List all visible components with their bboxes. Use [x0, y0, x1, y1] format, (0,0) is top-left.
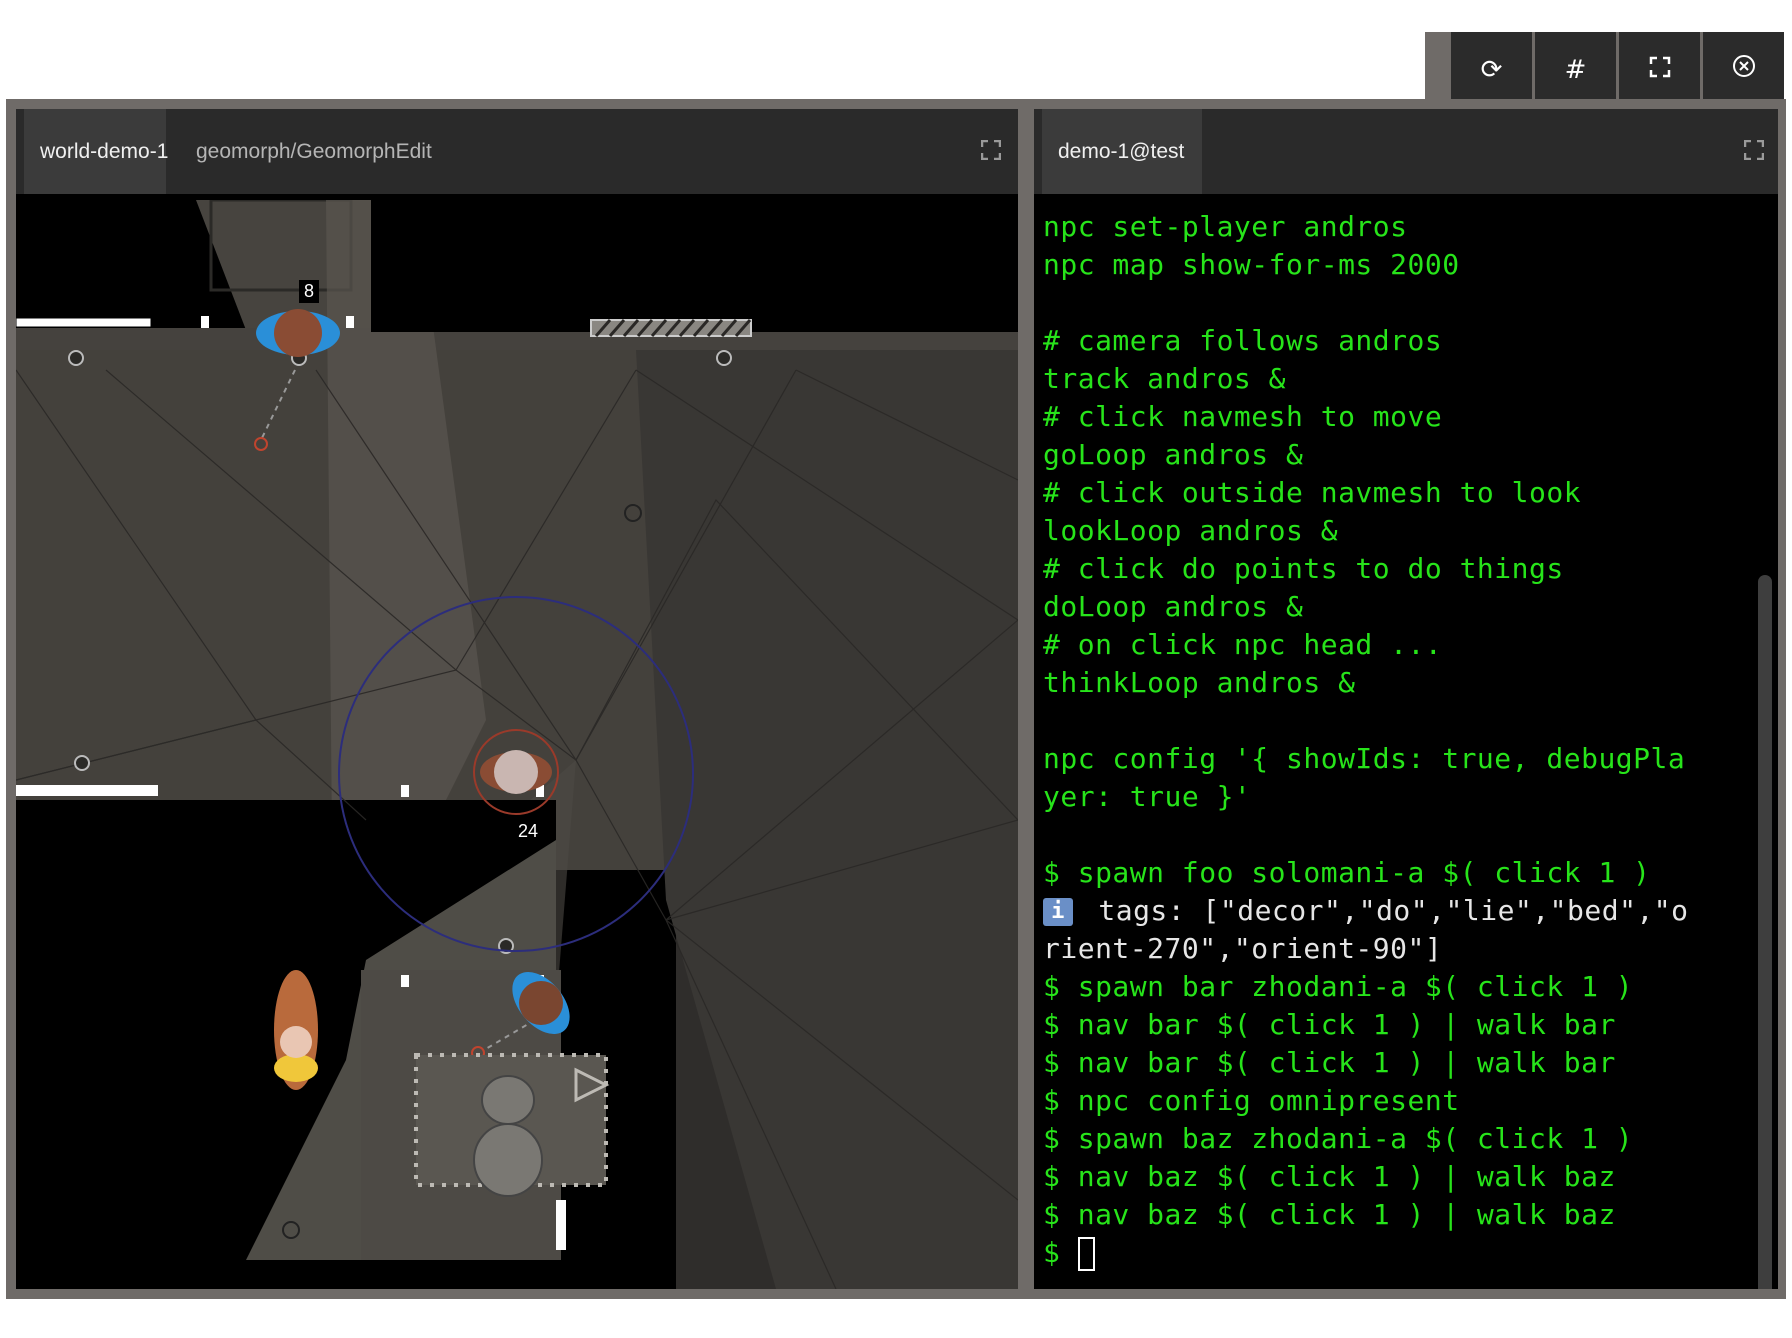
- terminal-line: doLoop andros &: [1043, 590, 1304, 623]
- terminal-pane: demo-1@test npc set-player andros npc ma…: [1034, 109, 1778, 1289]
- tab-label: geomorph/GeomorphEdit: [196, 139, 432, 163]
- grid-toggle-button[interactable]: #: [1535, 32, 1616, 107]
- tab-geomorph-edit[interactable]: geomorph/GeomorphEdit: [180, 109, 448, 194]
- terminal-line: $ spawn baz zhodani-a $( click 1 ): [1043, 1122, 1634, 1155]
- npc-id-label: 24: [513, 820, 544, 843]
- hash-icon: #: [1564, 54, 1587, 85]
- terminal-line: # click do points to do things: [1043, 552, 1564, 585]
- info-icon: i: [1043, 898, 1073, 926]
- terminal-line: npc map show-for-ms 2000: [1043, 248, 1460, 281]
- terminal-line: $ nav baz $( click 1 ) | walk baz: [1043, 1160, 1616, 1193]
- tab-demo-1-test[interactable]: demo-1@test: [1042, 109, 1202, 194]
- world-pane: world-demo-1 geomorph/GeomorphEdit 8 24: [16, 109, 1018, 1289]
- terminal-line: goLoop andros &: [1043, 438, 1304, 471]
- terminal-output-line: rient-270","orient-90"]: [1043, 932, 1443, 965]
- terminal-line: $ nav baz $( click 1 ) | walk baz: [1043, 1198, 1616, 1231]
- terminal-line: lookLoop andros &: [1043, 514, 1339, 547]
- close-button[interactable]: [1703, 32, 1784, 107]
- left-tabbar: world-demo-1 geomorph/GeomorphEdit: [16, 109, 1018, 194]
- fullscreen-button[interactable]: [1619, 32, 1700, 107]
- terminal-line: # camera follows andros: [1043, 324, 1443, 357]
- terminal-prompt: $: [1043, 1236, 1078, 1269]
- expand-pane-icon[interactable]: [1743, 139, 1765, 161]
- world-viewport[interactable]: 8 24: [16, 200, 1018, 1289]
- refresh-icon: ⟳: [1480, 54, 1503, 85]
- world-map[interactable]: [16, 200, 1018, 1289]
- fullscreen-icon: [1649, 55, 1671, 85]
- right-tabbar: demo-1@test: [1034, 109, 1778, 194]
- terminal-output-line: i tags: ["decor","do","lie","bed","o: [1043, 892, 1778, 930]
- refresh-button[interactable]: ⟳: [1451, 32, 1532, 107]
- tab-label: demo-1@test: [1058, 139, 1185, 163]
- terminal-line: yer: true }': [1043, 780, 1252, 813]
- terminal-line: thinkLoop andros &: [1043, 666, 1356, 699]
- terminal-line: npc set-player andros: [1043, 210, 1408, 243]
- npc-id-label: 8: [299, 280, 320, 303]
- terminal-line: # click navmesh to move: [1043, 400, 1443, 433]
- top-toolbar: ⟳ #: [1425, 32, 1784, 107]
- terminal-line: $ npc config omnipresent: [1043, 1084, 1460, 1117]
- terminal-scrollbar[interactable]: [1758, 575, 1772, 1289]
- terminal-line: # on click npc head ...: [1043, 628, 1443, 661]
- tab-world-demo-1[interactable]: world-demo-1: [24, 109, 169, 194]
- terminal-line: # click outside navmesh to look: [1043, 476, 1582, 509]
- tab-label: world-demo-1: [40, 139, 169, 163]
- terminal-prompt-line[interactable]: $: [1043, 1234, 1778, 1272]
- tabs-frame: world-demo-1 geomorph/GeomorphEdit 8 24 …: [6, 99, 1786, 1299]
- terminal-line: track andros &: [1043, 362, 1287, 395]
- terminal-line: $ spawn foo solomani-a $( click 1 ): [1043, 856, 1651, 889]
- terminal-line: $ spawn bar zhodani-a $( click 1 ): [1043, 970, 1634, 1003]
- terminal-line: npc config '{ showIds: true, debugPla: [1043, 742, 1686, 775]
- terminal-output-text: tags: ["decor","do","lie","bed","o: [1081, 894, 1689, 927]
- terminal-line: $ nav bar $( click 1 ) | walk bar: [1043, 1008, 1616, 1041]
- terminal-line: $ nav bar $( click 1 ) | walk bar: [1043, 1046, 1616, 1079]
- terminal[interactable]: npc set-player andros npc map show-for-m…: [1034, 200, 1778, 1289]
- expand-pane-icon[interactable]: [980, 139, 1002, 161]
- close-circle-icon: [1732, 54, 1756, 85]
- terminal-cursor: [1077, 1237, 1095, 1271]
